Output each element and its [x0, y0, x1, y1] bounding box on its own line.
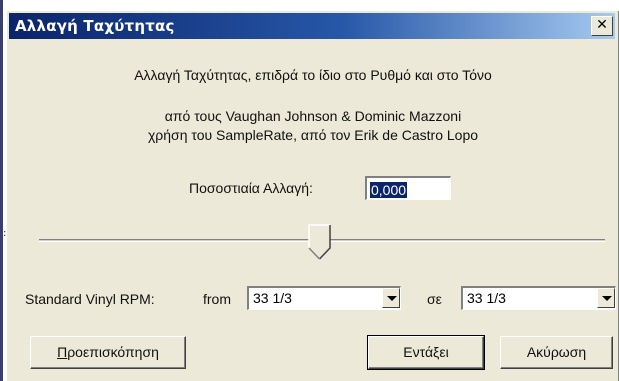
close-icon: ✕: [596, 17, 608, 33]
ok-button[interactable]: Εντάξει: [367, 335, 485, 370]
dialog-title: Αλλαγή Ταχύτητας: [15, 17, 175, 35]
credits-line-1: από τους Vaughan Johnson & Dominic Mazzo…: [164, 108, 462, 124]
vinyl-from-value: 33 1/3: [253, 290, 292, 306]
vinyl-to-select[interactable]: 33 1/3: [461, 286, 616, 310]
cancel-button[interactable]: Ακύρωση: [500, 336, 613, 369]
description-text: Αλλαγή Ταχύτητας, επιδρά το ίδιο στο Ρυθ…: [134, 67, 492, 83]
vinyl-to-value: 33 1/3: [467, 290, 506, 306]
screen: : Αλλαγή Ταχύτητας ✕ Αλλαγή Ταχύτητας, ε…: [0, 0, 619, 381]
speed-slider-thumb[interactable]: [308, 224, 332, 260]
vinyl-from-label: from: [203, 291, 231, 307]
ok-button-label: Εντάξει: [403, 344, 449, 360]
percent-change-label: Ποσοστιαία Αλλαγή:: [189, 180, 313, 196]
background-window-strip: [0, 0, 3, 381]
chevron-down-icon[interactable]: [597, 288, 615, 308]
preview-button-label: Προεπισκόπηση: [57, 344, 159, 360]
vinyl-from-select[interactable]: 33 1/3: [247, 286, 401, 310]
percent-change-value: 0,000: [370, 182, 408, 198]
preview-button[interactable]: Προεπισκόπηση: [30, 336, 186, 369]
cancel-button-label: Ακύρωση: [526, 344, 587, 360]
close-button[interactable]: ✕: [591, 16, 613, 36]
title-bar[interactable]: Αλλαγή Ταχύτητας ✕: [9, 13, 615, 39]
vinyl-to-label: σε: [427, 291, 442, 307]
chevron-down-icon[interactable]: [382, 288, 400, 308]
change-speed-dialog: Αλλαγή Ταχύτητας ✕ Αλλαγή Ταχύτητας, επι…: [6, 10, 619, 381]
vinyl-rpm-label: Standard Vinyl RPM:: [25, 291, 155, 307]
percent-change-input[interactable]: 0,000: [365, 176, 451, 200]
credits-line-2: χρήση του SampleRate, από τον Erik de Ca…: [147, 127, 479, 143]
